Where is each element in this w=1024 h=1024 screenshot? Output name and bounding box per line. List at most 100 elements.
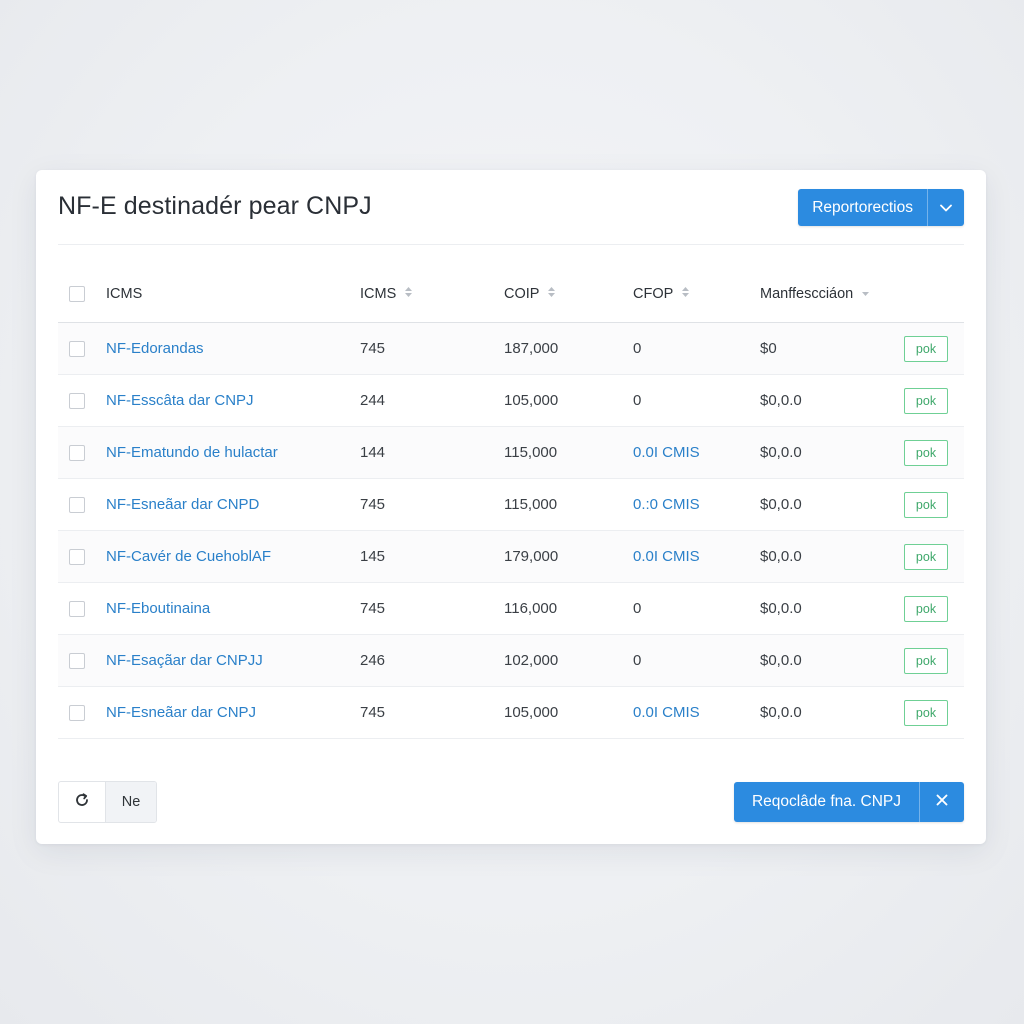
cfop-value: 0.0I CMIS bbox=[633, 444, 700, 461]
cell-cfop: 0.:0 CMIS bbox=[633, 478, 760, 531]
row-select-cell bbox=[58, 478, 106, 531]
status-badge[interactable]: pok bbox=[904, 439, 948, 466]
status-badge[interactable]: pok bbox=[904, 335, 948, 362]
page-background: NF-E destinadér pear CNPJ Reportorectios bbox=[0, 0, 1024, 1024]
row-checkbox[interactable] bbox=[69, 549, 85, 566]
cell-manifestacao: $0,0.0 bbox=[760, 634, 896, 687]
cell-coip: 187,000 bbox=[504, 322, 633, 375]
cell-name[interactable]: NF-Esneãar dar CNPJ bbox=[106, 686, 360, 739]
cell-cfop: 0.0I CMIS bbox=[633, 426, 760, 479]
cfop-value: 0.0I CMIS bbox=[633, 704, 700, 721]
nfe-link[interactable]: NF-Esscâta dar CNPJ bbox=[106, 392, 254, 409]
ne-button[interactable]: Ne bbox=[106, 782, 156, 822]
nfe-link[interactable]: NF-Esneãar dar CNPD bbox=[106, 496, 259, 513]
cell-name[interactable]: NF-Ematundo de hulactar bbox=[106, 426, 360, 479]
nfe-table-container: ICMS ICMS COIP CFOP Manffescciáon NF-Edo… bbox=[58, 266, 964, 762]
cell-icms: 745 bbox=[360, 582, 504, 635]
status-badge[interactable]: pok bbox=[904, 543, 948, 570]
close-button[interactable] bbox=[919, 782, 964, 822]
status-badge[interactable]: pok bbox=[904, 491, 948, 518]
sort-down-icon bbox=[861, 286, 870, 302]
cell-icms: 145 bbox=[360, 530, 504, 583]
refresh-icon bbox=[74, 792, 90, 813]
refresh-button[interactable] bbox=[59, 782, 106, 822]
cell-icms: 745 bbox=[360, 478, 504, 531]
nfe-link[interactable]: NF-Esneãar dar CNPJ bbox=[106, 704, 256, 721]
table-row[interactable]: NF-Esneãar dar CNPJ 745 105,000 0.0I CMIS $0… bbox=[58, 686, 964, 739]
panel-header: NF-E destinadér pear CNPJ Reportorectios bbox=[58, 170, 964, 245]
table-row[interactable]: NF-Esaçãar dar CNPJJ 246 102,000 0 $0,0.0 pok bbox=[58, 634, 964, 687]
cell-cfop: 0.0I CMIS bbox=[633, 686, 760, 739]
cell-cfop: 0 bbox=[633, 322, 760, 375]
cell-status: pok bbox=[896, 426, 964, 479]
cell-coip: 179,000 bbox=[504, 530, 633, 583]
row-checkbox[interactable] bbox=[69, 497, 85, 514]
nfe-link[interactable]: NF-Edorandas bbox=[106, 340, 204, 357]
status-badge[interactable]: pok bbox=[904, 595, 948, 622]
sort-icon bbox=[547, 286, 556, 302]
table-row[interactable]: NF-Ematundo de hulactar 144 115,000 0.0I CM… bbox=[58, 426, 964, 479]
column-header-icms[interactable]: ICMS bbox=[360, 266, 504, 323]
cell-coip: 115,000 bbox=[504, 426, 633, 479]
row-select-cell bbox=[58, 322, 106, 375]
row-checkbox[interactable] bbox=[69, 601, 85, 618]
cfop-value: 0 bbox=[633, 340, 642, 357]
cell-name[interactable]: NF-Cavér de CuehoblAF bbox=[106, 530, 360, 583]
row-checkbox[interactable] bbox=[69, 445, 85, 462]
sort-icon bbox=[404, 286, 413, 302]
nfe-link[interactable]: NF-Esaçãar dar CNPJJ bbox=[106, 652, 263, 669]
cnpj-action-button[interactable]: Reqoclâde fna. CNPJ bbox=[734, 782, 919, 822]
table-header-row: ICMS ICMS COIP CFOP Manffescciáon bbox=[58, 266, 964, 323]
cell-icms: 244 bbox=[360, 374, 504, 427]
status-badge[interactable]: pok bbox=[904, 647, 948, 674]
row-select-cell bbox=[58, 634, 106, 687]
cell-status: pok bbox=[896, 582, 964, 635]
row-select-cell bbox=[58, 426, 106, 479]
row-checkbox[interactable] bbox=[69, 393, 85, 410]
page-title: NF-E destinadér pear CNPJ bbox=[58, 192, 372, 220]
column-header-cfop[interactable]: CFOP bbox=[633, 266, 760, 323]
cell-manifestacao: $0,0.0 bbox=[760, 374, 896, 427]
table-row[interactable]: NF-Edorandas 745 187,000 0 $0 pok bbox=[58, 322, 964, 375]
nfe-link[interactable]: NF-Ematundo de hulactar bbox=[106, 444, 278, 461]
cell-icms: 745 bbox=[360, 322, 504, 375]
column-header-manifestacao[interactable]: Manffescciáon bbox=[760, 266, 896, 323]
table-row[interactable]: NF-Eboutinaina 745 116,000 0 $0,0.0 pok bbox=[58, 582, 964, 635]
table-row[interactable]: NF-Esneãar dar CNPD 745 115,000 0.:0 CMIS $0… bbox=[58, 478, 964, 531]
cell-name[interactable]: NF-Esneãar dar CNPD bbox=[106, 478, 360, 531]
cfop-value: 0 bbox=[633, 392, 642, 409]
cell-name[interactable]: NF-Esscâta dar CNPJ bbox=[106, 374, 360, 427]
select-all-checkbox[interactable] bbox=[69, 286, 85, 303]
column-header-coip[interactable]: COIP bbox=[504, 266, 633, 323]
row-checkbox[interactable] bbox=[69, 341, 85, 358]
report-dropdown-toggle[interactable] bbox=[927, 189, 964, 226]
table-row[interactable]: NF-Esscâta dar CNPJ 244 105,000 0 $0,0.0 pok bbox=[58, 374, 964, 427]
cell-coip: 105,000 bbox=[504, 374, 633, 427]
cell-manifestacao: $0,0.0 bbox=[760, 478, 896, 531]
table-row[interactable]: NF-Cavér de CuehoblAF 145 179,000 0.0I CMIS… bbox=[58, 530, 964, 583]
chevron-down-icon bbox=[940, 199, 952, 217]
cfop-value: 0 bbox=[633, 652, 642, 669]
cell-status: pok bbox=[896, 374, 964, 427]
cell-status: pok bbox=[896, 478, 964, 531]
column-header-name[interactable]: ICMS bbox=[106, 266, 360, 323]
row-select-cell bbox=[58, 530, 106, 583]
status-badge[interactable]: pok bbox=[904, 387, 948, 414]
cell-icms: 246 bbox=[360, 634, 504, 687]
close-icon bbox=[936, 793, 948, 811]
row-select-cell bbox=[58, 686, 106, 739]
report-button[interactable]: Reportorectios bbox=[798, 189, 927, 226]
cell-name[interactable]: NF-Edorandas bbox=[106, 322, 360, 375]
cell-cfop: 0 bbox=[633, 634, 760, 687]
header-select-all-cell bbox=[58, 266, 106, 323]
cfop-value: 0.:0 CMIS bbox=[633, 496, 700, 513]
status-badge[interactable]: pok bbox=[904, 699, 948, 726]
row-checkbox[interactable] bbox=[69, 653, 85, 670]
cell-name[interactable]: NF-Esaçãar dar CNPJJ bbox=[106, 634, 360, 687]
cell-status: pok bbox=[896, 530, 964, 583]
cell-cfop: 0 bbox=[633, 582, 760, 635]
cell-name[interactable]: NF-Eboutinaina bbox=[106, 582, 360, 635]
row-checkbox[interactable] bbox=[69, 705, 85, 722]
nfe-link[interactable]: NF-Cavér de CuehoblAF bbox=[106, 548, 271, 565]
nfe-link[interactable]: NF-Eboutinaina bbox=[106, 600, 210, 617]
